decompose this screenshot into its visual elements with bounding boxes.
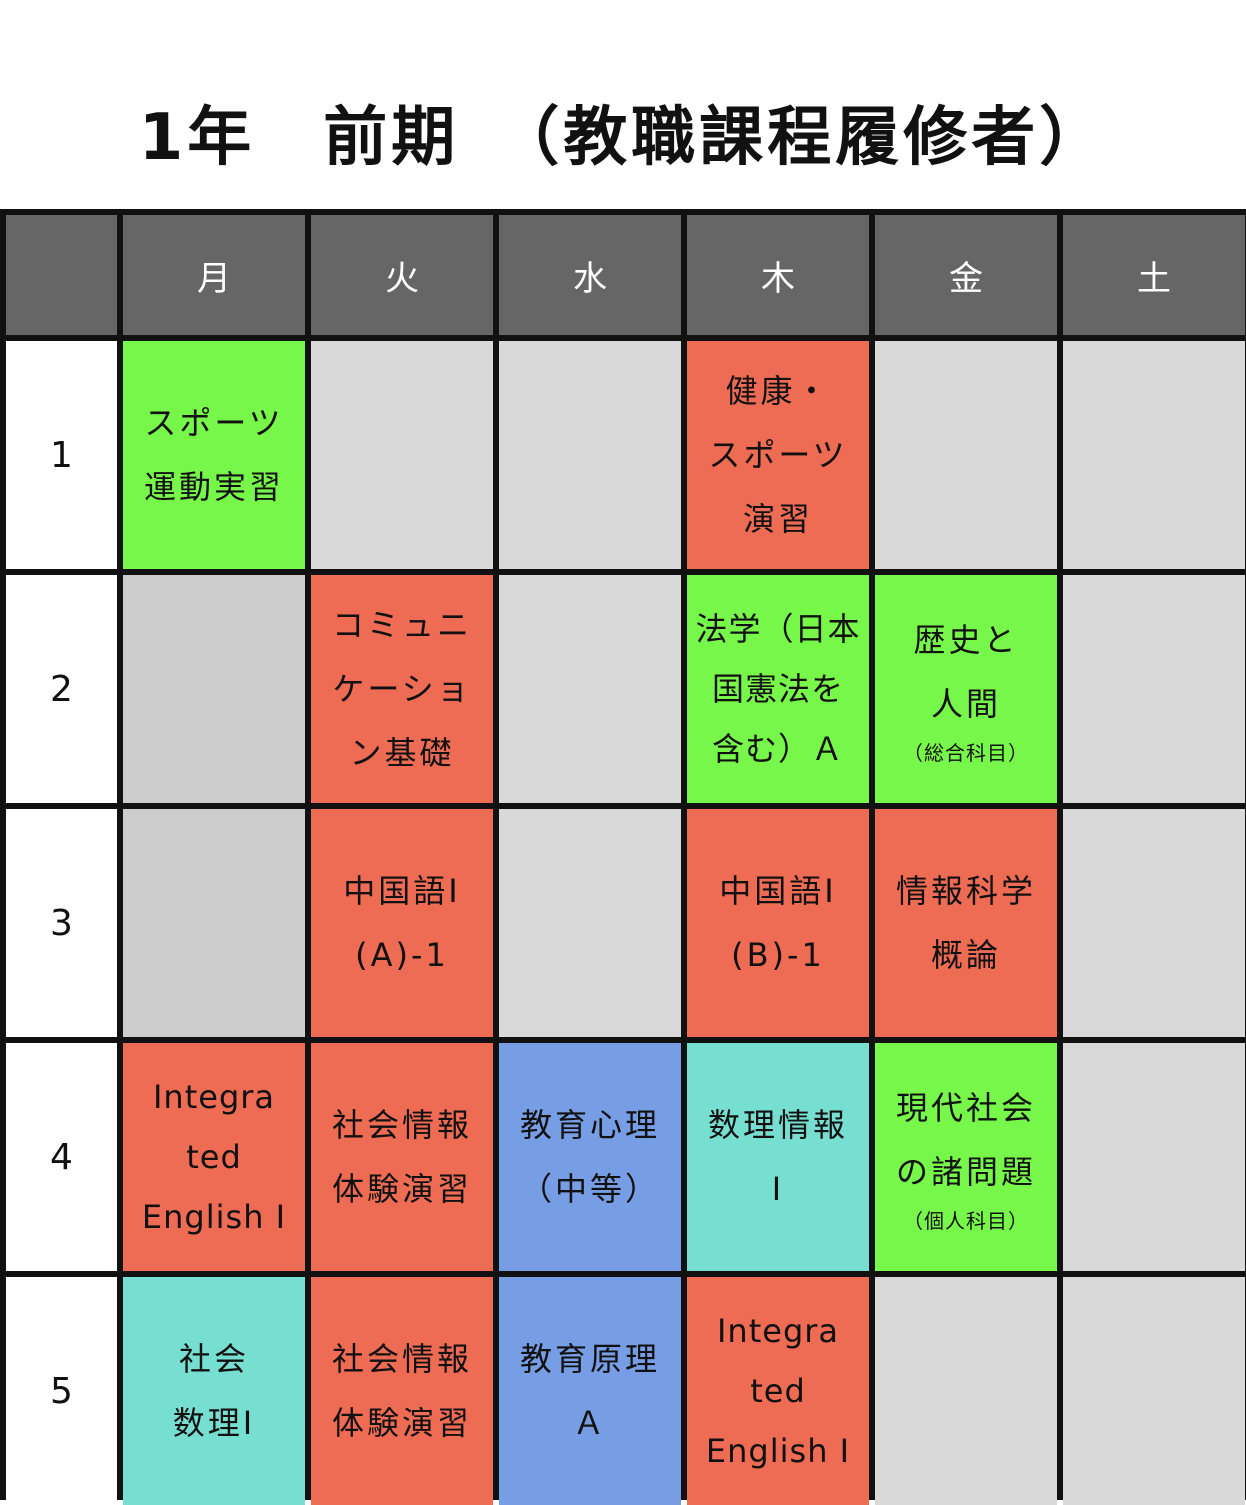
class-line: 教育原理 (519, 1340, 660, 1378)
class-line: 数理情報 (707, 1106, 848, 1144)
class-cell-p4-wed[interactable]: 教育心理 （中等） (499, 1043, 681, 1271)
empty-cell-p1-fri (875, 341, 1057, 569)
empty-cell-p2-wed (499, 575, 681, 803)
day-header-mon: 月 (123, 215, 305, 335)
class-cell-p3-thu[interactable]: 中国語Ⅰ (B)-1 (687, 809, 869, 1037)
class-cell-p4-fri[interactable]: 現代社会 の諸問題 （個人科目） (875, 1043, 1057, 1271)
class-line: 現代社会 (895, 1089, 1036, 1127)
class-line: (B)-1 (731, 936, 825, 974)
class-line: English I (141, 1198, 287, 1236)
class-line: 含む）Ａ (711, 730, 844, 768)
empty-cell-p4-sat (1063, 1043, 1245, 1271)
day-header-wed: 水 (499, 215, 681, 335)
class-cell-p4-thu[interactable]: 数理情報 Ⅰ (687, 1043, 869, 1271)
class-line: ted (750, 1372, 806, 1410)
page-title: 1年 前期 （教職課程履修者） (138, 101, 1108, 175)
class-line: 概論 (930, 936, 1001, 974)
empty-cell-p2-mon (123, 575, 305, 803)
class-line: 社会 (178, 1340, 249, 1378)
day-header-thu: 木 (687, 215, 869, 335)
class-cell-p2-fri[interactable]: 歴史と 人間 （総合科目） (875, 575, 1057, 803)
class-line: ケーショ (332, 670, 472, 708)
class-cell-p2-tue[interactable]: コミュニ ケーショ ン基礎 (311, 575, 493, 803)
empty-cell-p3-mon (123, 809, 305, 1037)
empty-cell-p5-sat (1063, 1277, 1245, 1505)
class-line: コミュニ (331, 606, 472, 644)
class-cell-p4-tue[interactable]: 社会情報 体験演習 (311, 1043, 493, 1271)
class-cell-p1-mon[interactable]: スポーツ 運動実習 (123, 341, 305, 569)
empty-cell-p1-tue (311, 341, 493, 569)
class-line: 健康・ (725, 372, 831, 410)
day-header-fri: 金 (875, 215, 1057, 335)
class-line: 国憲法を (711, 670, 844, 708)
class-note: （個人科目） (903, 1209, 1029, 1233)
period-label-4: 4 (6, 1043, 117, 1271)
class-line: ted (186, 1138, 242, 1176)
empty-cell-p3-wed (499, 809, 681, 1037)
class-cell-p3-tue[interactable]: 中国語Ⅰ (A)-1 (311, 809, 493, 1037)
class-line: Integra (716, 1312, 840, 1350)
empty-cell-p1-sat (1063, 341, 1245, 569)
class-line: Ａ (572, 1404, 608, 1442)
class-cell-p5-wed[interactable]: 教育原理 Ａ (499, 1277, 681, 1505)
empty-cell-p5-fri (875, 1277, 1057, 1505)
period-label-3: 3 (6, 809, 117, 1037)
class-cell-p5-thu[interactable]: Integra ted English I (687, 1277, 869, 1505)
period-label-2: 2 (6, 575, 117, 803)
class-line: 中国語Ⅰ (343, 872, 461, 910)
class-line: 歴史と (913, 621, 1019, 659)
class-line: の諸問題 (895, 1153, 1036, 1191)
class-cell-p5-tue[interactable]: 社会情報 体験演習 (311, 1277, 493, 1505)
class-line: 体験演習 (331, 1404, 472, 1442)
class-cell-p4-mon[interactable]: Integra ted English I (123, 1043, 305, 1271)
header-corner (6, 215, 117, 335)
class-line: ン基礎 (349, 734, 455, 772)
class-line: 運動実習 (143, 468, 284, 506)
empty-cell-p2-sat (1063, 575, 1245, 803)
class-line: 情報科学 (895, 872, 1036, 910)
class-line: 数理Ⅰ (172, 1404, 256, 1442)
class-line: スポーツ (708, 436, 848, 474)
class-line: 社会情報 (331, 1106, 472, 1144)
class-line: 体験演習 (331, 1170, 472, 1208)
timetable-grid: 月 火 水 木 金 土 1 スポーツ 運動実習 健康・ スポーツ 演習 2 コミ… (0, 209, 1246, 1505)
empty-cell-p3-sat (1063, 809, 1245, 1037)
class-note: （総合科目） (903, 741, 1029, 765)
period-label-1: 1 (6, 341, 117, 569)
class-cell-p1-thu[interactable]: 健康・ スポーツ 演習 (687, 341, 869, 569)
empty-cell-p1-wed (499, 341, 681, 569)
class-line: English I (705, 1432, 851, 1470)
class-line: （中等） (519, 1170, 660, 1208)
day-header-tue: 火 (311, 215, 493, 335)
class-line: Integra (152, 1078, 276, 1116)
class-cell-p2-thu[interactable]: 法学（日本 国憲法を 含む）Ａ (687, 575, 869, 803)
class-line: 教育心理 (519, 1106, 660, 1144)
class-line: 社会情報 (331, 1340, 472, 1378)
class-line: 演習 (742, 500, 813, 538)
class-line: 中国語Ⅰ (719, 872, 837, 910)
class-line: スポーツ (144, 404, 284, 442)
class-line: 人間 (930, 685, 1001, 723)
class-line: (A)-1 (355, 936, 449, 974)
day-header-sat: 土 (1063, 215, 1245, 335)
class-line: 法学（日本 (695, 610, 861, 648)
period-label-5: 5 (6, 1277, 117, 1505)
class-line: Ⅰ (771, 1170, 785, 1208)
class-cell-p3-fri[interactable]: 情報科学 概論 (875, 809, 1057, 1037)
class-cell-p5-mon[interactable]: 社会 数理Ⅰ (123, 1277, 305, 1505)
